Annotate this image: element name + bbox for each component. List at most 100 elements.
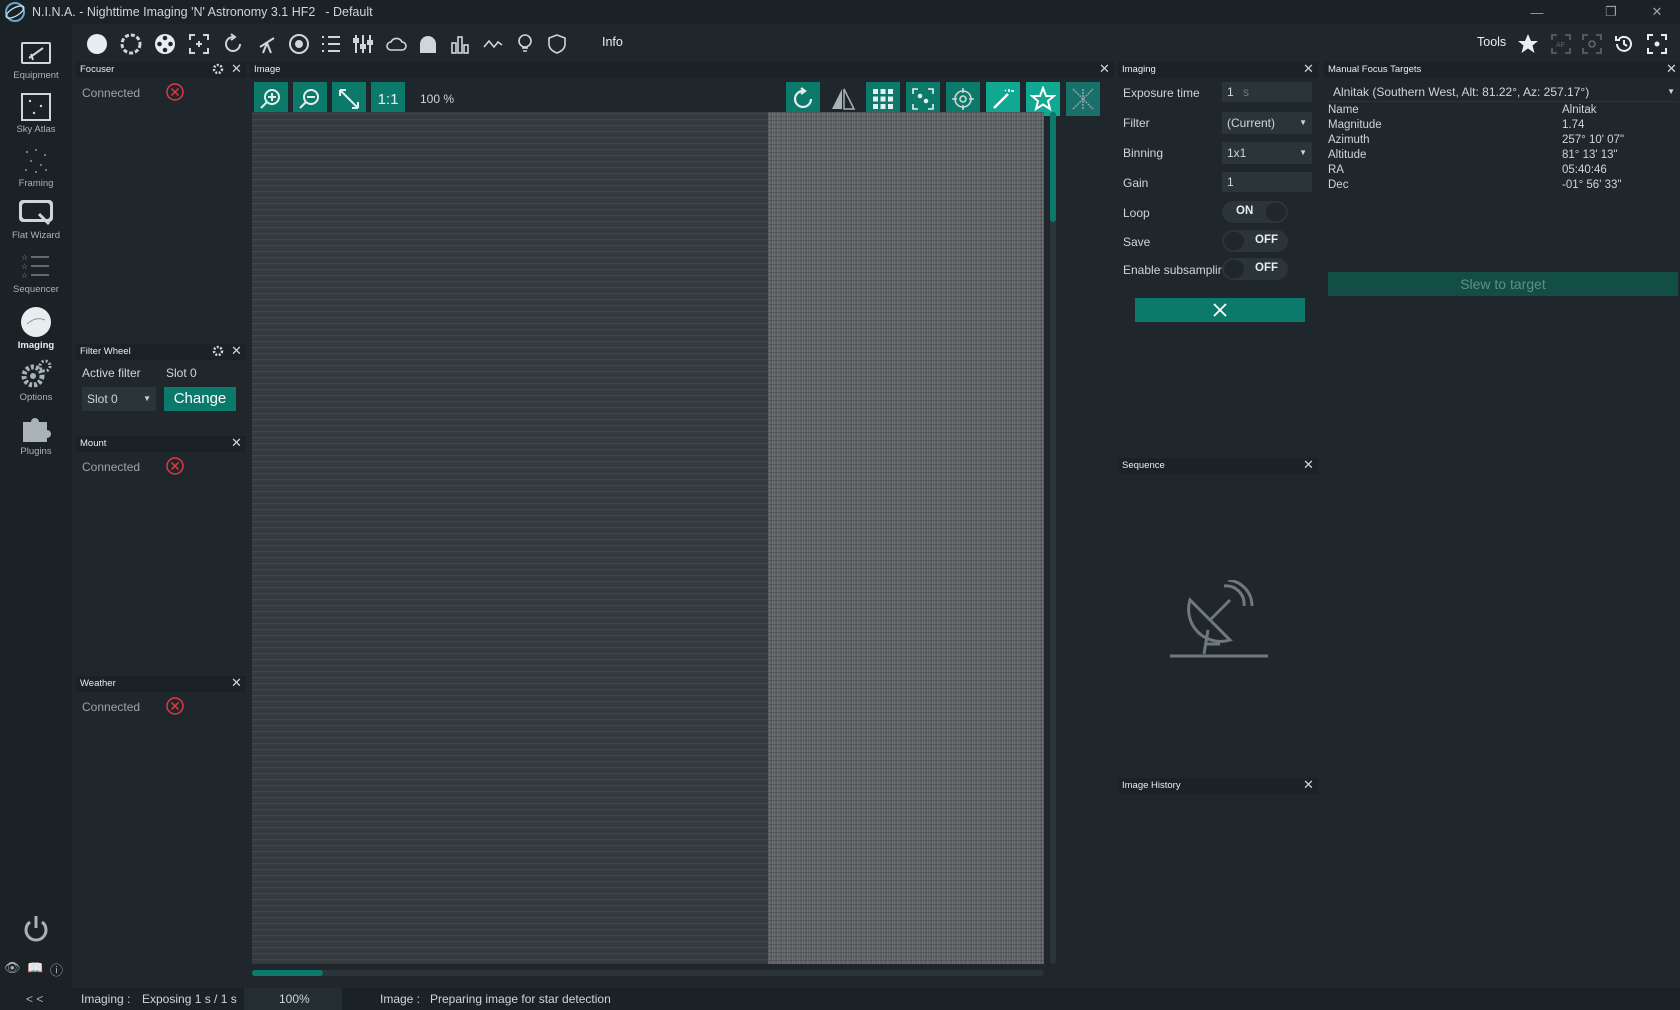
auto-stretch-rotate-button[interactable] [786,82,820,116]
dome-icon[interactable] [416,32,440,56]
loop-toggle[interactable]: ON [1222,201,1288,223]
maximize-button[interactable]: ❐ [1590,0,1632,24]
weather-cloud-icon[interactable] [384,32,408,56]
focus-target-field-label: Magnitude [1328,119,1382,131]
lightbulb-icon[interactable] [513,32,537,56]
sequencer-list-icon[interactable] [319,32,343,56]
nav-sky-atlas[interactable]: Sky Atlas [0,88,72,144]
settings-gear-icon[interactable] [212,345,224,357]
one-to-one-button[interactable]: 1:1 [371,82,405,116]
image-history-panel: Image History ✕ [1118,778,1318,988]
focus-target-field-value: 1.74 [1562,119,1585,131]
close-icon[interactable]: ✕ [1302,778,1315,792]
filter-select[interactable]: Slot 0 ▼ [82,387,156,411]
save-toggle[interactable]: OFF [1222,230,1288,252]
focuser-connected-label: Connected [82,86,141,100]
focus-targets-panel-header: Manual Focus Targets [1324,62,1680,78]
sequence-panel: Sequence ✕ [1118,458,1318,770]
info-icon[interactable]: ⓘ [50,960,63,979]
binning-dropdown[interactable]: 1x1 ▼ [1222,142,1312,164]
tools-label[interactable]: Tools [1477,35,1506,49]
crosshair-button[interactable] [946,82,980,116]
star-icon[interactable] [1516,32,1540,56]
gain-label: Gain [1123,176,1149,190]
exposure-time-input[interactable]: 1 s [1222,82,1312,102]
eye-icon[interactable]: 👁 [4,960,21,976]
window-title: N.I.N.A. - Nighttime Imaging 'N' Astrono… [32,5,316,19]
nav-framing[interactable]: Framing [0,142,72,198]
settings-gear-icon[interactable] [212,63,224,75]
collapse-nav-button[interactable]: < < [26,992,43,1006]
status-imaging-label: Imaging : [81,992,131,1006]
vertical-scroll-thumb[interactable] [1050,112,1056,222]
close-icon[interactable]: ✕ [1098,62,1111,76]
image-canvas[interactable] [252,112,1044,964]
aperture-icon[interactable] [119,32,143,56]
flip-button[interactable] [826,82,860,116]
telescope-icon [21,42,51,64]
book-icon[interactable]: 📖 [27,960,43,976]
weather-panel-header: Weather [76,676,246,692]
left-navigation: Equipment Sky Atlas Framing Flat Wizard … [0,24,72,1010]
filter-dropdown[interactable]: (Current) ▼ [1222,112,1312,134]
star-detection-icon[interactable] [1580,32,1604,56]
telescope-icon[interactable] [255,32,279,56]
nav-imaging[interactable]: Imaging [0,302,72,358]
nav-options[interactable]: Options [0,354,72,410]
rotator-icon[interactable] [221,32,245,56]
autofocus-icon[interactable]: AF [1549,32,1573,56]
fullscreen-icon[interactable] [1645,32,1669,56]
auto-stretch-wand-button[interactable] [986,82,1020,116]
minimize-button[interactable]: — [1514,0,1560,24]
grid-overlay-button[interactable] [866,82,900,116]
detect-stars-button[interactable] [1026,82,1060,116]
fit-to-screen-button[interactable] [332,82,366,116]
nav-equipment[interactable]: Equipment [0,36,72,92]
close-icon[interactable]: ✕ [230,344,243,358]
info-tab[interactable]: Info [602,35,623,49]
safety-shield-icon[interactable] [545,32,569,56]
graph-icon[interactable] [481,32,505,56]
guider-icon[interactable] [287,32,311,56]
nav-plugins[interactable]: Plugins [0,408,72,464]
gain-input[interactable]: 1 [1222,172,1312,192]
focus-target-field-value: 05:40:46 [1562,164,1607,176]
close-icon[interactable]: ✕ [230,436,243,450]
nav-flat-wizard[interactable]: Flat Wizard [0,194,72,250]
image-progress-track [252,970,1044,976]
manual-focus-targets-panel: Manual Focus Targets ✕ Alnitak (Southern… [1324,62,1680,988]
status-image-value: Preparing image for star detection [430,992,611,1006]
nav-sequencer[interactable]: ☆ ☆ ☆ Sequencer [0,248,72,304]
sequencer-icon: ☆☆☆ [21,253,49,280]
chevron-down-icon: ▼ [1667,87,1675,96]
chart-icon[interactable] [448,32,472,56]
star-annotation-button[interactable] [906,82,940,116]
focus-target-dropdown[interactable]: Alnitak (Southern West, Alt: 81.22°, Az:… [1328,82,1678,102]
bahtinov-button[interactable] [1066,82,1100,116]
power-icon[interactable] [22,914,50,944]
disconnected-icon [166,457,184,475]
switch-icon[interactable] [351,32,375,56]
close-window-button[interactable]: ✕ [1634,0,1680,24]
vertical-scrollbar[interactable] [1050,112,1056,964]
save-label: Save [1123,235,1151,249]
top-toolbar: Info Tools AF [72,24,1680,62]
close-icon[interactable]: ✕ [230,676,243,690]
cancel-exposure-button[interactable] [1135,298,1305,322]
filter-wheel-icon[interactable] [153,32,177,56]
camera-icon[interactable] [85,32,109,56]
close-icon[interactable]: ✕ [1665,62,1678,76]
focuser-icon[interactable] [187,32,211,56]
focus-target-field-label: Azimuth [1328,134,1370,146]
slew-to-target-button[interactable]: Slew to target [1328,272,1678,296]
change-filter-button[interactable]: Change [164,387,236,411]
chevron-down-icon: ▼ [1299,118,1307,127]
subsample-toggle[interactable]: OFF [1222,258,1288,280]
zoom-out-button[interactable] [293,82,327,116]
nina-logo-icon [5,2,25,22]
close-icon[interactable]: ✕ [1302,458,1315,472]
close-icon[interactable]: ✕ [230,62,243,76]
close-icon[interactable]: ✕ [1302,62,1315,76]
zoom-in-button[interactable] [254,82,288,116]
history-icon[interactable] [1612,32,1636,56]
